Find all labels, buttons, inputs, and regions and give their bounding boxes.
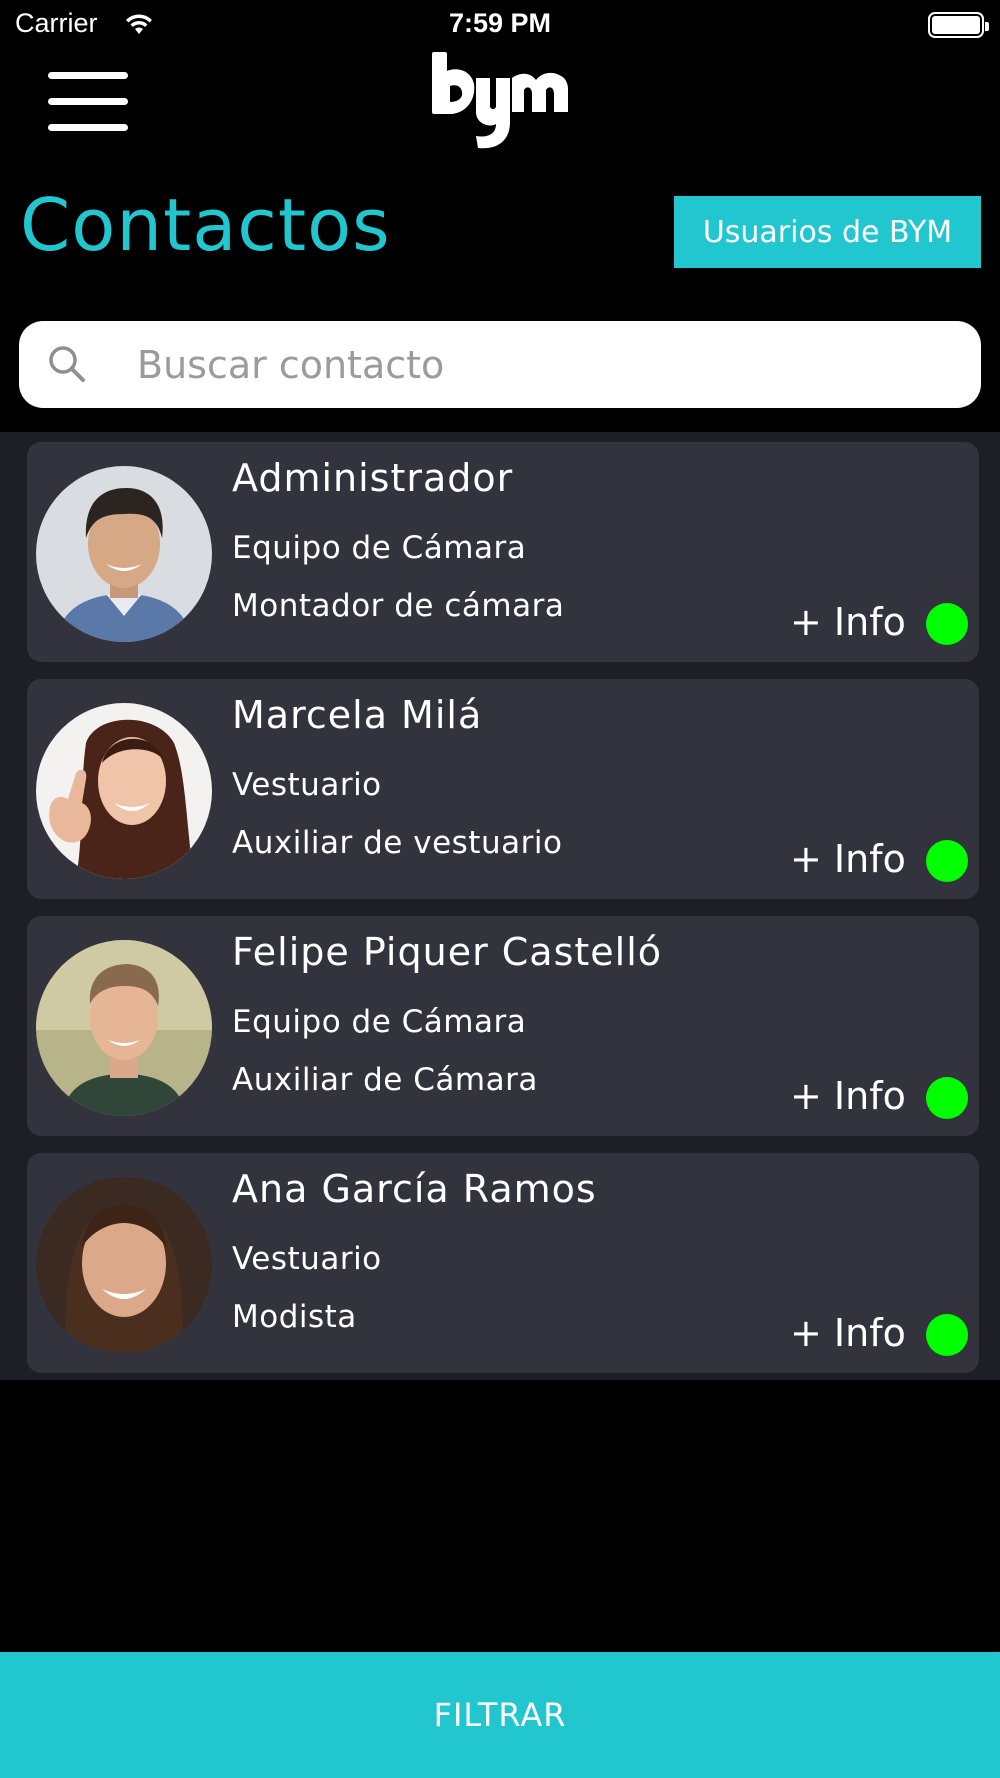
contact-role: Auxiliar de Cámara	[232, 1062, 538, 1098]
contact-department: Equipo de Cámara	[232, 1004, 527, 1040]
more-info-link[interactable]: + Info	[790, 837, 906, 881]
more-info-link[interactable]: + Info	[790, 1311, 906, 1355]
avatar	[36, 703, 212, 879]
search-icon	[46, 343, 88, 389]
search-input[interactable]	[137, 321, 957, 408]
status-time: 7:59 PM	[448, 8, 552, 38]
contact-card-marcela-mila[interactable]: Marcela Milá Vestuario Auxiliar de vestu…	[27, 679, 979, 899]
more-info-link[interactable]: + Info	[790, 1074, 906, 1118]
contact-name: Ana García Ramos	[232, 1167, 597, 1211]
search-bar[interactable]	[19, 321, 981, 408]
contact-name: Administrador	[232, 456, 514, 500]
page-title: Contactos	[20, 183, 391, 267]
contact-name: Marcela Milá	[232, 693, 483, 737]
contact-card-administrador[interactable]: Administrador Equipo de Cámara Montador …	[27, 442, 979, 662]
online-status-indicator	[926, 1314, 968, 1356]
contact-card-ana-garcia[interactable]: Ana García Ramos Vestuario Modista + Inf…	[27, 1153, 979, 1373]
contact-role: Modista	[232, 1299, 357, 1335]
contact-department: Vestuario	[232, 1241, 382, 1277]
contact-department: Vestuario	[232, 767, 382, 803]
more-info-link[interactable]: + Info	[790, 600, 906, 644]
contact-list: Administrador Equipo de Cámara Montador …	[0, 432, 1000, 1380]
status-bar: Carrier 7:59 PM	[0, 0, 1000, 52]
contact-role: Auxiliar de vestuario	[232, 825, 563, 861]
bym-logo-icon	[430, 50, 570, 154]
contact-name: Felipe Piquer Castelló	[232, 930, 663, 974]
contact-role: Montador de cámara	[232, 588, 565, 624]
online-status-indicator	[926, 840, 968, 882]
contact-card-felipe-piquer[interactable]: Felipe Piquer Castelló Equipo de Cámara …	[27, 916, 979, 1136]
online-status-indicator	[926, 1077, 968, 1119]
avatar	[36, 1177, 212, 1353]
avatar	[36, 940, 212, 1116]
battery-icon	[928, 12, 989, 38]
hamburger-menu-button[interactable]	[46, 72, 130, 132]
contact-department: Equipo de Cámara	[232, 530, 527, 566]
avatar	[36, 466, 212, 642]
filter-button[interactable]: FILTRAR	[0, 1652, 1000, 1778]
online-status-indicator	[926, 603, 968, 645]
bym-users-button[interactable]: Usuarios de BYM	[674, 196, 981, 268]
